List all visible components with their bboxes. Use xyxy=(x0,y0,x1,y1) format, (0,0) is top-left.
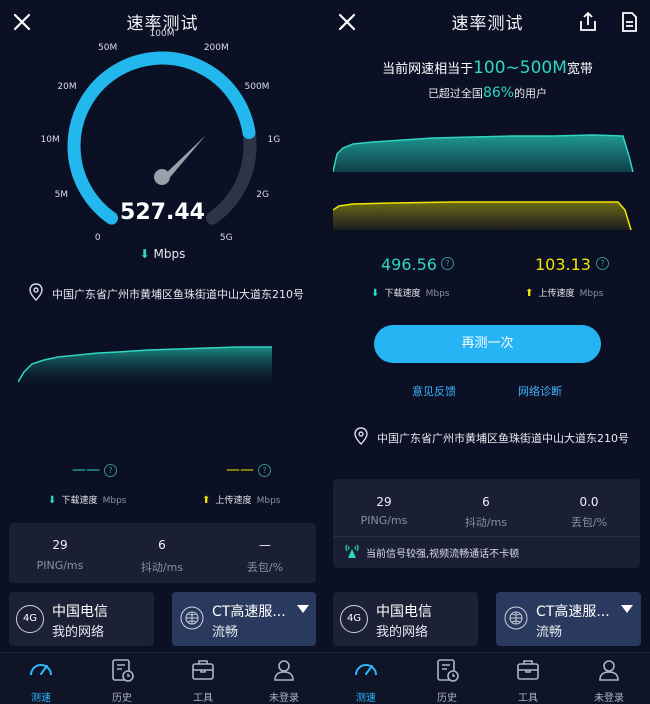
gauge-tick-label: 50M xyxy=(98,43,118,54)
ping-value: 29 xyxy=(52,538,68,552)
download-speed-graph xyxy=(18,346,272,386)
location-pin-icon xyxy=(354,427,368,445)
download-arrow-icon: ⬇ xyxy=(371,288,380,299)
location-text: 中国广东省广州市黄埔区鱼珠街道中山大道东210号 xyxy=(52,288,304,301)
network-type-badge: 4G xyxy=(16,605,44,633)
gauge-tick-label: 100M xyxy=(149,29,175,39)
download-arrow-icon: ⬇ xyxy=(48,495,57,506)
divider xyxy=(333,536,640,537)
user-icon xyxy=(599,660,619,681)
jitter-label: 抖动/ms xyxy=(140,561,184,574)
chevron-down-icon[interactable] xyxy=(297,605,309,613)
upload-arrow-icon: ⬆ xyxy=(525,288,534,299)
upload-value: —— xyxy=(226,462,254,478)
toolbox-icon xyxy=(517,660,539,680)
service-sub: 流畅 xyxy=(536,625,563,640)
service-sub: 流畅 xyxy=(212,625,239,640)
upload-help-icon[interactable]: ? xyxy=(258,464,271,477)
ping-value: 29 xyxy=(376,495,392,509)
download-label-row: ⬇ 下载速度 Mbps xyxy=(48,495,127,506)
speed-unit: Mbps xyxy=(153,247,186,261)
rank-subline: 已超过全国86%的用户 xyxy=(427,85,548,101)
speedtest-panel-left: 速率测试 0 5M 10M 20M 50M 100M 200M 500M 1G 2G 5G 527.… xyxy=(0,0,325,704)
report-icon[interactable] xyxy=(617,10,641,34)
speed-unit-row: ⬇ Mbps xyxy=(0,247,325,261)
download-value: —— xyxy=(72,462,100,478)
upload-label-row: ⬆ 上传速度 Mbps xyxy=(525,288,604,299)
nav-account[interactable]: 未登录 xyxy=(579,657,639,704)
location-text: 中国广东省广州市黄埔区鱼珠街道中山大道东210号 xyxy=(377,432,629,445)
retest-button[interactable]: 再测一次 xyxy=(374,325,601,363)
download-help-icon[interactable]: ? xyxy=(441,257,454,270)
share-icon[interactable] xyxy=(576,10,600,34)
upload-label-row: ⬆ 上传速度 Mbps xyxy=(202,495,281,506)
packet-loss-value: — xyxy=(259,538,271,552)
gauge-tick-label: 200M xyxy=(203,43,229,54)
speedometer-icon xyxy=(355,664,377,676)
nav-history[interactable]: 历史 xyxy=(417,657,477,704)
history-icon xyxy=(112,659,134,682)
gauge-hub xyxy=(154,169,170,185)
carrier-name: 中国电信 xyxy=(52,604,108,620)
upload-speed-graph xyxy=(333,201,632,231)
location-pin-icon xyxy=(29,283,43,301)
upload-arrow-icon: ⬆ xyxy=(202,495,211,506)
diagnose-link[interactable]: 网络诊断 xyxy=(518,383,562,399)
history-icon xyxy=(437,659,459,682)
upload-help-icon[interactable]: ? xyxy=(596,257,609,270)
bottom-nav: 测速 历史 工具 未登录 xyxy=(325,652,650,704)
gauge-tick-label: 20M xyxy=(57,81,77,92)
service-name: CT高速服... xyxy=(536,604,610,620)
bottom-nav: 测速 历史 工具 未登录 xyxy=(0,652,325,704)
page-title: 速率测试 xyxy=(451,14,524,34)
user-icon xyxy=(274,660,294,681)
jitter-label: 抖动/ms xyxy=(464,516,508,529)
ping-label: PING/ms xyxy=(360,514,408,527)
toolbox-icon xyxy=(192,660,214,680)
signal-tower-icon xyxy=(345,544,359,558)
download-value: 496.56 xyxy=(381,255,437,274)
carrier-name: 中国电信 xyxy=(376,604,432,620)
download-arrow-icon: ⬇ xyxy=(139,247,150,261)
download-speed-graph xyxy=(333,134,634,173)
gauge-tick-label: 0 xyxy=(94,232,101,243)
carrier-sub: 我的网络 xyxy=(52,625,105,640)
gauge-tick-label: 5M xyxy=(54,190,69,201)
nav-tools[interactable]: 工具 xyxy=(498,657,558,704)
jitter-value: 6 xyxy=(158,538,166,552)
current-speed: 527.44 xyxy=(120,200,205,225)
service-name: CT高速服... xyxy=(212,604,286,620)
gauge-tick-label: 10M xyxy=(40,135,60,146)
gauge-tick-label: 500M xyxy=(244,81,270,92)
packet-loss-label: 丢包/% xyxy=(570,516,608,529)
chevron-down-icon[interactable] xyxy=(621,605,633,613)
jitter-value: 6 xyxy=(482,495,490,509)
speedtest-panel-right: 速率测试 当前网速相当于100~500M宽带 已超过全国86%的用户 496.5… xyxy=(325,0,650,704)
network-type-badge: 4G xyxy=(340,605,368,633)
nav-speedtest[interactable]: 测速 xyxy=(11,657,71,704)
nav-history[interactable]: 历史 xyxy=(92,657,152,704)
download-help-icon[interactable]: ? xyxy=(104,464,117,477)
feedback-link[interactable]: 意见反馈 xyxy=(412,383,456,399)
bandwidth-headline: 当前网速相当于100~500M宽带 xyxy=(382,58,593,78)
ping-label: PING/ms xyxy=(36,559,84,572)
speedometer-icon xyxy=(30,664,52,676)
gauge-tick-label: 1G xyxy=(267,135,281,146)
nav-tools[interactable]: 工具 xyxy=(173,657,233,704)
signal-note: 当前信号较强,视频流畅通话不卡顿 xyxy=(366,549,520,560)
globe-icon xyxy=(504,606,528,630)
gauge-tick-label: 2G xyxy=(256,190,270,201)
carrier-sub: 我的网络 xyxy=(376,625,429,640)
download-label-row: ⬇ 下载速度 Mbps xyxy=(371,288,450,299)
globe-icon xyxy=(180,606,204,630)
nav-speedtest[interactable]: 测速 xyxy=(336,657,396,704)
nav-account[interactable]: 未登录 xyxy=(254,657,314,704)
gauge-tick-label: 5G xyxy=(219,232,233,243)
packet-loss-value: 0.0 xyxy=(579,495,599,509)
upload-value: 103.13 xyxy=(535,255,591,274)
packet-loss-label: 丢包/% xyxy=(246,561,284,574)
